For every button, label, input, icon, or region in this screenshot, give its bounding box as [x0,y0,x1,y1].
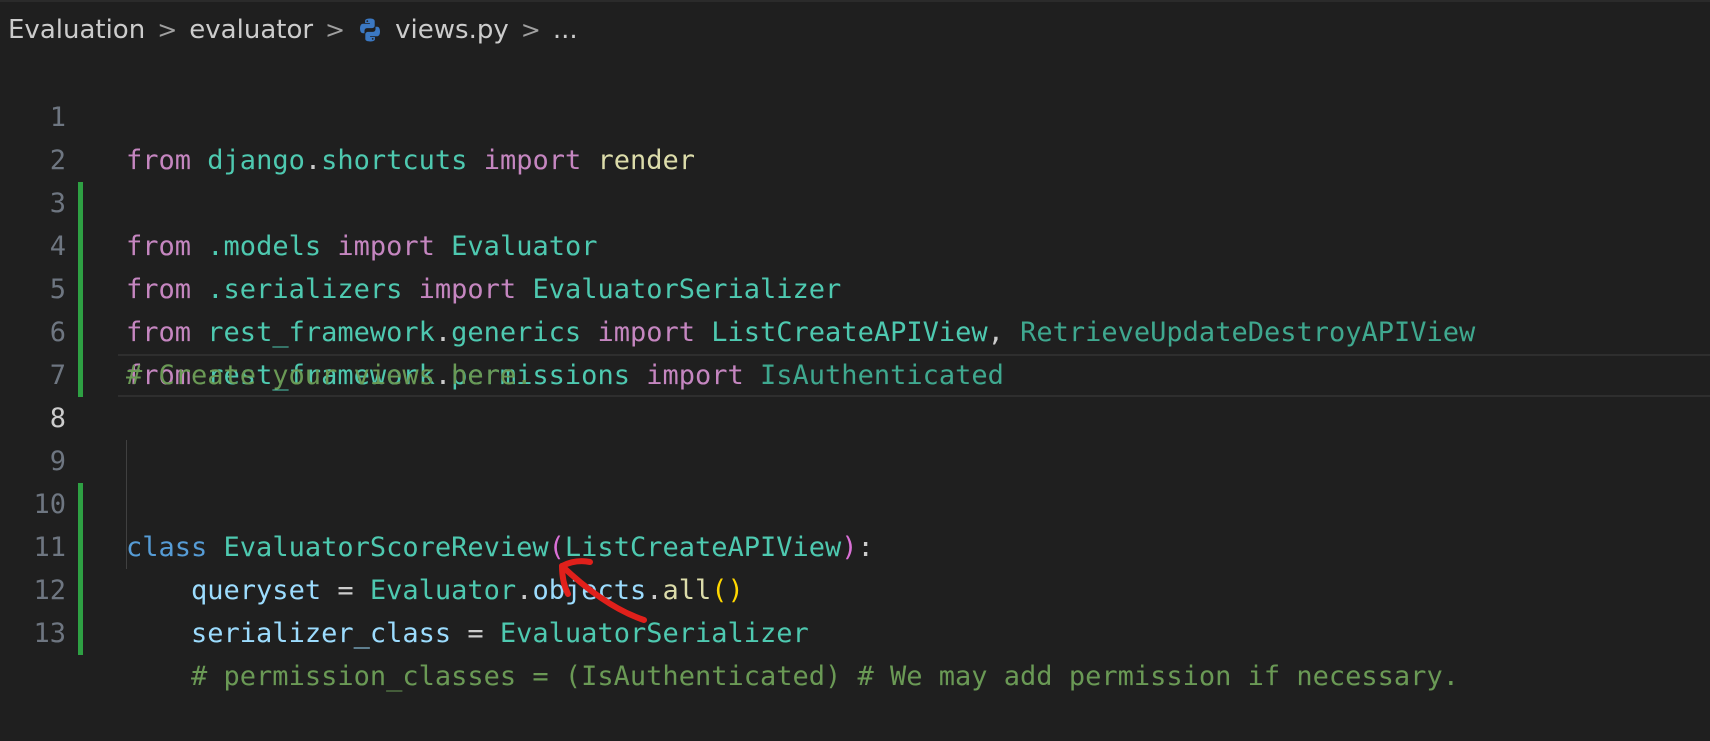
red-arrow-annotation [559,558,647,623]
code-line[interactable]: 5 from rest_framework.permissions import… [0,225,1710,391]
code-text[interactable]: # Create your views here. [126,354,532,397]
code-line[interactable]: 10 queryset = Evaluator.objects.all() [0,440,1710,606]
code-line[interactable]: 1 from django.shortcuts import render [0,53,1710,176]
code-line[interactable]: 7 [0,311,1710,391]
breadcrumb: Evaluation > evaluator > views.py > ... [8,10,578,50]
chevron-right-icon: > [325,16,346,44]
chevron-right-icon: > [157,16,178,44]
code-text[interactable]: # permission_classes = (IsAuthenticated)… [126,655,1459,698]
line-number: 13 [33,618,66,649]
code-text[interactable]: serializer_class = EvaluatorSerializer [126,612,809,655]
breadcrumb-item-evaluation[interactable]: Evaluation [8,15,145,45]
breadcrumb-item-file[interactable]: views.py [395,15,509,45]
code-line[interactable]: 2 from .models import Evaluator [0,96,1710,262]
code-line[interactable]: 11 serializer_class = EvaluatorSerialize… [0,483,1710,649]
code-line[interactable]: 12 # permission_classes = (IsAuthenticat… [0,526,1710,692]
current-line-highlight: # Create your views here. [118,354,1710,397]
breadcrumb-item-evaluator[interactable]: evaluator [189,15,313,45]
code-line[interactable]: 4 from rest_framework.generics import Li… [0,182,1710,348]
code-line[interactable]: 6 [0,268,1710,397]
chevron-right-icon: > [520,16,541,44]
code-line[interactable]: 13 [0,569,1710,649]
code-editor[interactable]: 1 from django.shortcuts import render 2 … [0,53,1710,692]
breadcrumb-item-symbols[interactable]: ... [553,15,578,45]
code-line[interactable]: 3 from .serializers import EvaluatorSeri… [0,139,1710,305]
code-line[interactable]: 9 class EvaluatorScoreReview(ListCreateA… [0,397,1710,563]
top-border [0,0,1710,2]
python-icon [357,17,383,43]
git-modified-indicator[interactable] [78,612,83,655]
